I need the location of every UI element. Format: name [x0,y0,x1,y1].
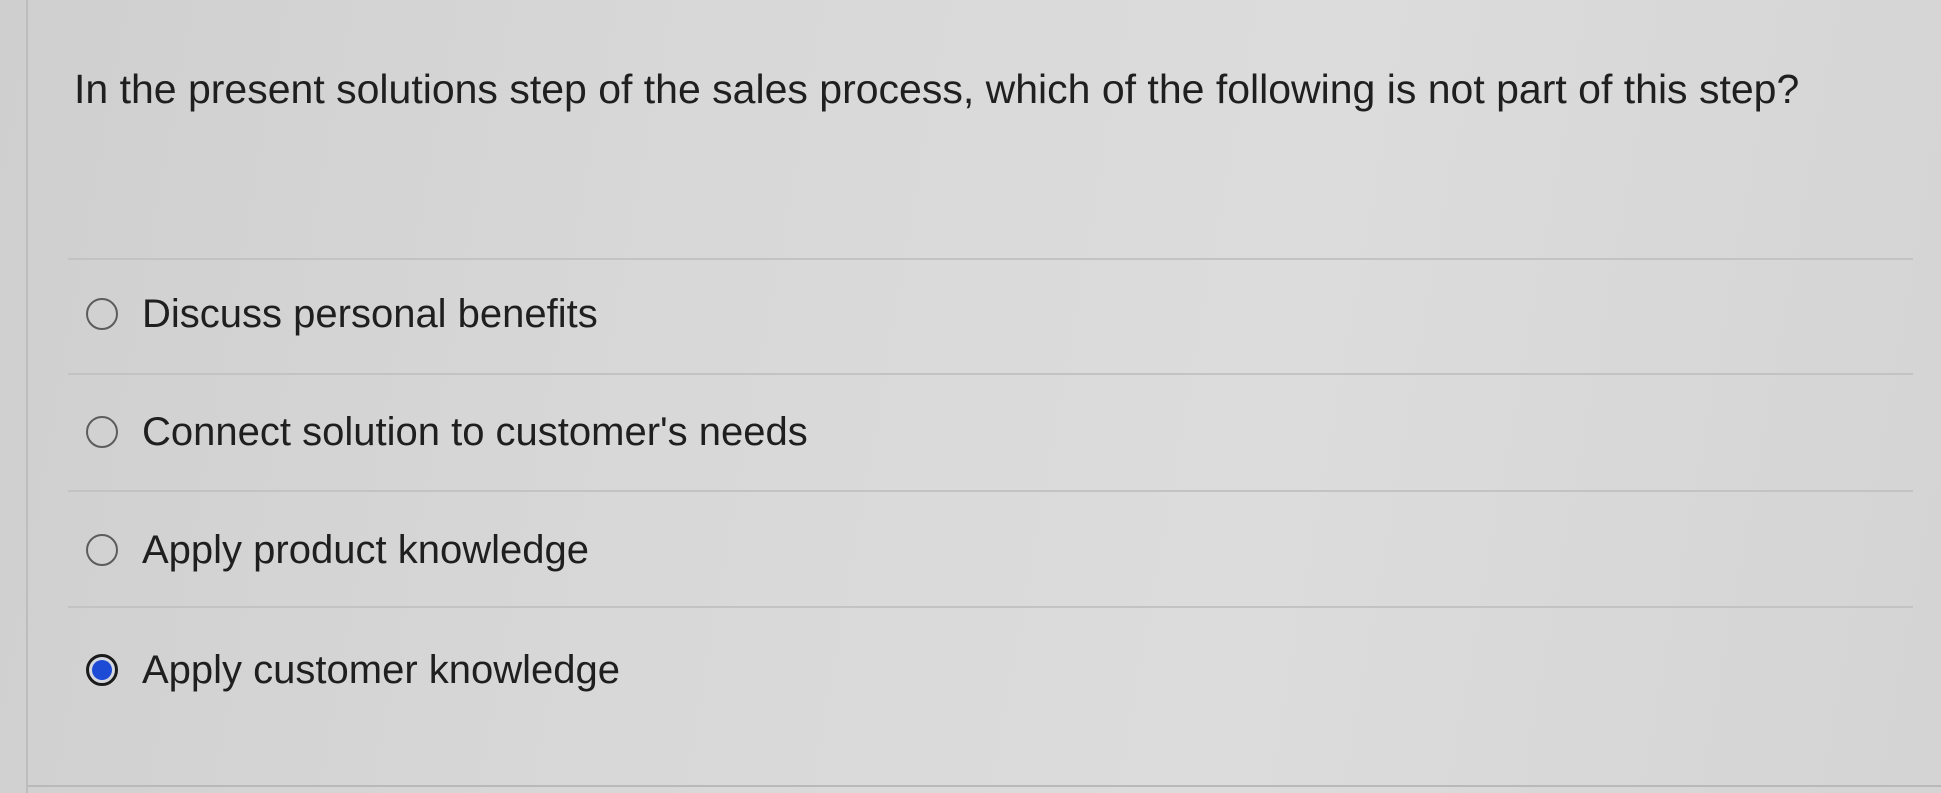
divider [68,258,1913,260]
option-connect-solution[interactable]: Connect solution to customer's needs [86,402,808,462]
divider [68,606,1913,608]
radio-unselected-icon[interactable] [86,416,118,448]
question-text: In the present solutions step of the sal… [74,66,1800,112]
divider [68,373,1913,375]
option-label: Discuss personal benefits [142,291,598,336]
option-label: Apply product knowledge [142,527,589,572]
option-apply-customer-knowledge[interactable]: Apply customer knowledge [86,640,620,700]
radio-unselected-icon[interactable] [86,298,118,330]
radio-selected-icon[interactable] [86,654,118,686]
option-label: Connect solution to customer's needs [142,409,808,454]
card-bottom-border [28,785,1941,787]
option-label: Apply customer knowledge [142,647,621,692]
option-discuss-personal-benefits[interactable]: Discuss personal benefits [86,284,598,344]
radio-unselected-icon[interactable] [86,534,118,566]
option-apply-product-knowledge[interactable]: Apply product knowledge [86,520,589,580]
divider [68,490,1913,492]
